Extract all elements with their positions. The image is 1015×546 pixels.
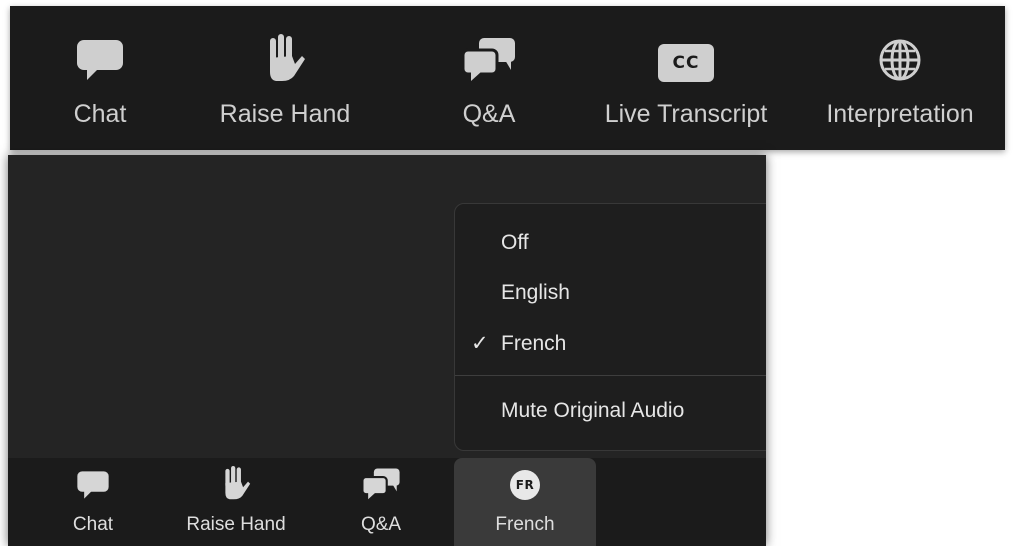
globe-icon xyxy=(879,39,921,81)
chat-label: Chat xyxy=(73,100,127,128)
qa-button[interactable]: Q&A xyxy=(446,34,532,144)
checkmark-icon: ✓ xyxy=(471,332,489,355)
chat-icon xyxy=(77,40,123,80)
qa-button[interactable]: Q&A xyxy=(348,466,414,542)
chat-button[interactable]: Chat xyxy=(54,34,146,144)
french-badge-icon: FR xyxy=(510,470,540,500)
raise-hand-button[interactable]: Raise Hand xyxy=(210,34,360,144)
qa-icon xyxy=(461,38,515,81)
bottom-toolbar: Chat Raise Hand Q&A FR French xyxy=(8,458,766,546)
qa-label: Q&A xyxy=(360,514,402,535)
interpretation-button[interactable]: Interpretation xyxy=(812,34,988,144)
cc-icon: CC xyxy=(658,44,714,82)
menu-divider xyxy=(455,375,766,376)
live-transcript-button[interactable]: CC Live Transcript xyxy=(594,34,778,144)
menu-item-english[interactable]: English xyxy=(501,278,570,308)
language-menu: Off English ✓ French Mute Original Audio xyxy=(454,203,766,451)
live-transcript-label: Live Transcript xyxy=(604,100,768,128)
raise-hand-label: Raise Hand xyxy=(219,100,351,128)
raise-hand-icon xyxy=(270,34,305,81)
french-label: French xyxy=(495,514,555,535)
language-interpretation-button[interactable]: FR French xyxy=(454,466,596,542)
meeting-window: Off English ✓ French Mute Original Audio… xyxy=(8,155,766,546)
chat-button[interactable]: Chat xyxy=(58,466,128,542)
mute-original-audio-item[interactable]: Mute Original Audio xyxy=(501,396,684,426)
qa-label: Q&A xyxy=(462,100,516,128)
raise-hand-button[interactable]: Raise Hand xyxy=(174,466,298,542)
chat-label: Chat xyxy=(72,514,114,535)
menu-item-off[interactable]: Off xyxy=(501,228,529,258)
raise-hand-label: Raise Hand xyxy=(186,514,286,535)
menu-item-french[interactable]: French xyxy=(501,329,566,359)
interpretation-label: Interpretation xyxy=(826,100,974,128)
qa-icon xyxy=(361,468,400,500)
top-toolbar: Chat Raise Hand Q&A CC Live Transcript I… xyxy=(10,6,1005,150)
chat-icon xyxy=(77,471,109,499)
raise-hand-icon xyxy=(225,466,251,500)
